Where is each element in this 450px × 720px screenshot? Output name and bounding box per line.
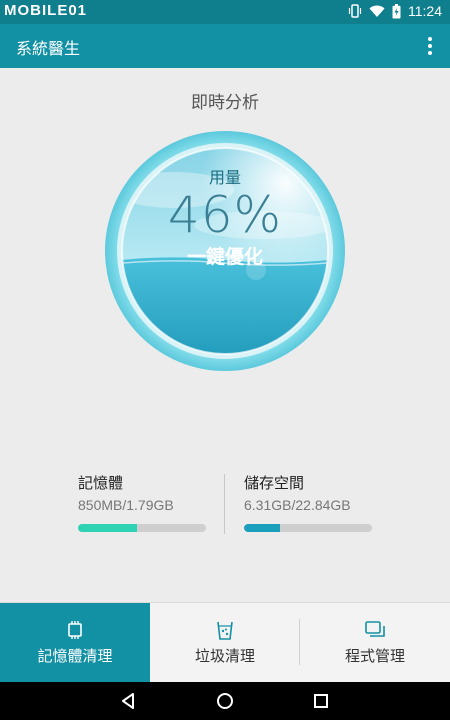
overflow-menu-icon[interactable] (420, 34, 440, 58)
usage-gauge: 用量 46% 一鍵優化 (104, 130, 346, 372)
tab-junk-cleanup[interactable]: 垃圾清理 (150, 603, 300, 683)
tab-label: 記憶體清理 (37, 647, 113, 665)
storage-stat: 儲存空間 6.31GB/22.84GB (244, 472, 374, 532)
main-content: 即時分析 用量 46% 一鍵優化 記憶體 850MB/1.79GB 儲存空間 6… (0, 68, 450, 602)
battery-icon (392, 3, 401, 19)
one-click-optimize-button[interactable]: 一鍵優化 (165, 242, 285, 270)
back-icon[interactable] (118, 691, 138, 711)
recents-icon[interactable] (311, 691, 331, 711)
memory-progress-fill (78, 524, 137, 532)
wifi-icon (369, 5, 385, 18)
storage-stat-value: 6.31GB/22.84GB (244, 497, 351, 513)
app-windows-icon (363, 619, 387, 641)
tab-app-management[interactable]: 程式管理 (300, 603, 450, 683)
nav-bar (0, 682, 450, 720)
app-title: 系統醫生 (16, 39, 81, 58)
tab-label: 程式管理 (344, 647, 405, 665)
storage-progress-fill (244, 524, 280, 532)
memory-chip-icon (63, 619, 87, 641)
trash-cup-icon (213, 619, 237, 641)
storage-stat-title: 儲存空間 (244, 474, 305, 492)
section-title: 即時分析 (191, 93, 259, 113)
tab-label: 垃圾清理 (194, 647, 255, 665)
home-icon[interactable] (215, 691, 235, 711)
stats-panel: 記憶體 850MB/1.79GB 儲存空間 6.31GB/22.84GB (0, 472, 450, 544)
stats-divider (224, 474, 225, 534)
tab-memory-cleanup[interactable]: 記憶體清理 (0, 603, 150, 683)
memory-stat-value: 850MB/1.79GB (78, 497, 174, 513)
watermark-logo: MOBILE01 (4, 2, 88, 19)
status-time: 11:24 (408, 3, 442, 19)
app-bar: 系統醫生 (0, 24, 450, 68)
memory-stat-title: 記憶體 (78, 474, 124, 492)
vibrate-icon (348, 4, 362, 18)
gauge-label: 用量 (208, 168, 241, 187)
storage-progress-bar (244, 524, 372, 532)
status-icons: 11:24 (348, 3, 442, 19)
status-bar: MOBILE01 11:24 (0, 0, 450, 24)
gauge-percent: 46% (167, 186, 283, 244)
memory-progress-bar (78, 524, 206, 532)
memory-stat: 記憶體 850MB/1.79GB (78, 472, 208, 532)
bottom-tabs: 記憶體清理 垃圾清理 程式管理 (0, 602, 450, 683)
